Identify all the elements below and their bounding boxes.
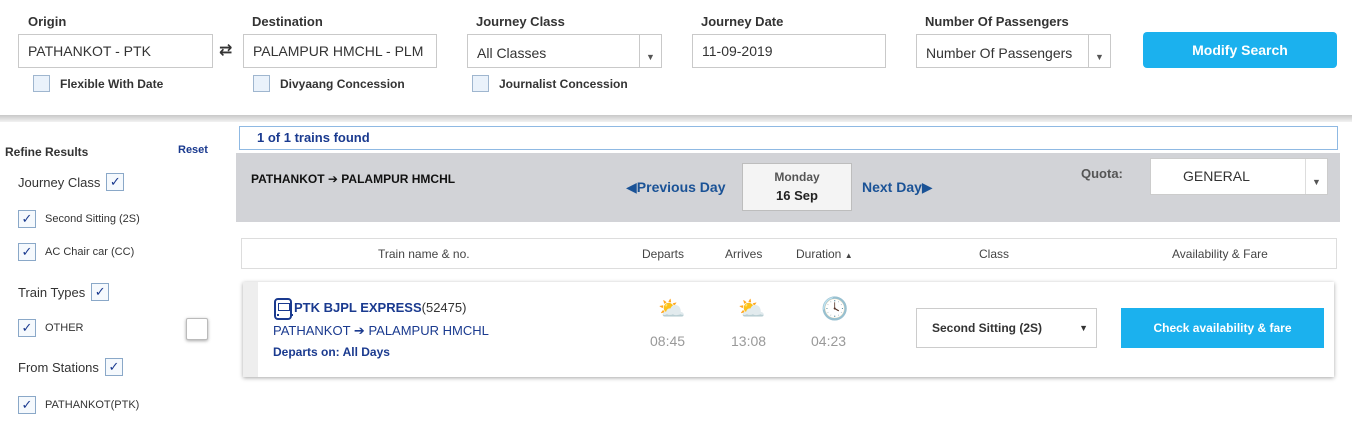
journey-class-label: Journey Class [476, 14, 565, 29]
current-date-box: Monday 16 Sep [742, 163, 852, 211]
route-to: PALAMPUR HMCHL [341, 172, 456, 186]
arrow-right-icon: ➔ [353, 323, 365, 338]
flexible-date-checkbox[interactable]: Flexible With Date [33, 75, 163, 92]
next-day-label: Next Day [862, 179, 922, 195]
flexible-date-label: Flexible With Date [60, 76, 164, 91]
day-name: Monday [774, 170, 820, 184]
quota-label: Quota: [1081, 166, 1123, 181]
check-icon[interactable]: ✓ [106, 173, 125, 191]
divyaang-checkbox[interactable]: Divyaang Concession [253, 75, 405, 92]
previous-day-link[interactable]: ◀Previous Day [626, 179, 726, 196]
col-duration-sort[interactable]: Duration ▲ [796, 247, 853, 261]
filter-option-other[interactable]: ✓ OTHER [18, 319, 84, 337]
chevron-down-icon: ▼ [1088, 35, 1110, 67]
from-stations-filter[interactable]: From Stations ✓ [18, 358, 123, 376]
sun-cloud-icon: ⛅ [658, 296, 686, 321]
train-name-link[interactable]: PTK BJPL EXPRESS(52475) [294, 300, 466, 315]
class-value: Second Sitting (2S) [932, 321, 1043, 335]
check-icon[interactable]: ✓ [18, 210, 36, 228]
check-icon[interactable]: ✓ [91, 283, 110, 301]
destination-label: Destination [252, 14, 323, 29]
journey-date-input[interactable]: 11-09-2019 [692, 34, 886, 68]
check-icon[interactable]: ✓ [18, 396, 36, 414]
checkbox-icon[interactable] [253, 75, 270, 92]
filter-option-ptk[interactable]: ✓ PATHANKOT(PTK) [18, 396, 139, 414]
col-duration: Duration [796, 247, 842, 261]
train-name: PTK BJPL EXPRESS [294, 300, 422, 315]
next-day-link[interactable]: Next Day▶ [862, 179, 933, 196]
clock-icon: 🕓 [821, 296, 849, 321]
refine-title: Refine Results [5, 145, 89, 159]
sun-cloud-icon: ⛅ [738, 296, 766, 321]
check-icon[interactable]: ✓ [104, 358, 123, 376]
check-icon[interactable]: ✓ [18, 319, 36, 337]
results-table-header: Train name & no. Departs Arrives Duratio… [241, 238, 1337, 269]
checkbox-icon[interactable] [472, 75, 489, 92]
checkbox-icon[interactable] [33, 75, 50, 92]
route-bar: PATHANKOT ➔ PALAMPUR HMCHL ◀Previous Day… [236, 153, 1340, 222]
quota-select[interactable]: GENERAL ▼ [1150, 158, 1328, 195]
filter-option-2s[interactable]: ✓ Second Sitting (2S) [18, 210, 140, 228]
caret-left-icon: ◀ [626, 179, 637, 195]
origin-input[interactable]: PATHANKOT - PTK [18, 34, 213, 68]
journalist-checkbox[interactable]: Journalist Concession [472, 75, 628, 92]
train-number: (52475) [421, 300, 467, 315]
class-select[interactable]: Second Sitting (2S) ▼ [916, 308, 1097, 348]
journalist-label: Journalist Concession [499, 76, 628, 91]
previous-day-label: Previous Day [636, 179, 726, 195]
train-card: PTK BJPL EXPRESS(52475) PATHANKOT ➔ PALA… [243, 282, 1334, 377]
passengers-select[interactable]: Number Of Passengers ▼ [916, 34, 1111, 68]
journey-class-select[interactable]: All Classes ▼ [467, 34, 662, 68]
modify-search-button[interactable]: Modify Search [1143, 32, 1337, 68]
sort-up-icon: ▲ [844, 251, 853, 260]
day-date: 16 Sep [776, 188, 818, 203]
departs-on: Departs on: All Days [273, 345, 390, 359]
check-icon[interactable]: ✓ [18, 243, 36, 261]
arrow-right-icon: ➔ [327, 172, 338, 186]
train-route-from: PATHANKOT [273, 323, 351, 338]
filter-option-label: AC Chair car (CC) [45, 246, 135, 258]
filter-option-label: Second Sitting (2S) [45, 213, 140, 225]
chevron-down-icon: ▼ [1305, 159, 1327, 194]
filter-option-cc[interactable]: ✓ AC Chair car (CC) [18, 243, 134, 261]
destination-input[interactable]: PALAMPUR HMCHL - PLM [243, 34, 437, 68]
caret-right-icon: ▶ [921, 179, 933, 195]
col-availability: Availability & Fare [1172, 247, 1268, 261]
col-arrives: Arrives [725, 247, 763, 261]
swap-icon[interactable]: ⇄ [219, 40, 232, 60]
panel-divider [0, 115, 1352, 122]
route-heading: PATHANKOT ➔ PALAMPUR HMCHL [251, 172, 455, 186]
filter-option-label: PATHANKOT(PTK) [45, 399, 140, 411]
chevron-down-icon: ▼ [639, 35, 661, 67]
journey-class-filter[interactable]: Journey Class ✓ [18, 173, 125, 191]
results-count: 1 of 1 trains found [239, 126, 1338, 150]
journey-class-value: All Classes [477, 45, 547, 61]
filter-option-label: OTHER [45, 322, 84, 334]
duration-time: 04:23 [811, 333, 847, 349]
quota-value: GENERAL [1183, 168, 1250, 184]
train-icon [274, 298, 293, 320]
departs-time: 08:45 [650, 333, 686, 349]
arrives-time: 13:08 [731, 333, 767, 349]
col-train: Train name & no. [378, 247, 470, 261]
train-types-filter-label: Train Types [18, 284, 86, 300]
col-departs: Departs [642, 247, 685, 261]
journey-class-filter-label: Journey Class [18, 174, 101, 190]
passengers-label: Number Of Passengers [925, 14, 1069, 29]
scroll-toggle-button[interactable] [186, 318, 208, 340]
passengers-value: Number Of Passengers [926, 45, 1073, 61]
train-types-filter[interactable]: Train Types ✓ [18, 283, 110, 301]
reset-link[interactable]: Reset [178, 144, 208, 156]
origin-label: Origin [28, 14, 67, 29]
train-route: PATHANKOT ➔ PALAMPUR HMCHL [273, 323, 489, 339]
check-availability-button[interactable]: Check availability & fare [1121, 308, 1324, 348]
from-stations-filter-label: From Stations [18, 359, 99, 375]
journey-date-label: Journey Date [701, 14, 784, 29]
train-route-to: PALAMPUR HMCHL [368, 323, 489, 338]
search-panel: Origin PATHANKOT - PTK ⇄ Destination PAL… [0, 0, 1352, 117]
chevron-down-icon: ▼ [1079, 323, 1088, 333]
route-from: PATHANKOT [251, 172, 325, 186]
col-class: Class [979, 247, 1010, 261]
divyaang-label: Divyaang Concession [280, 76, 405, 91]
